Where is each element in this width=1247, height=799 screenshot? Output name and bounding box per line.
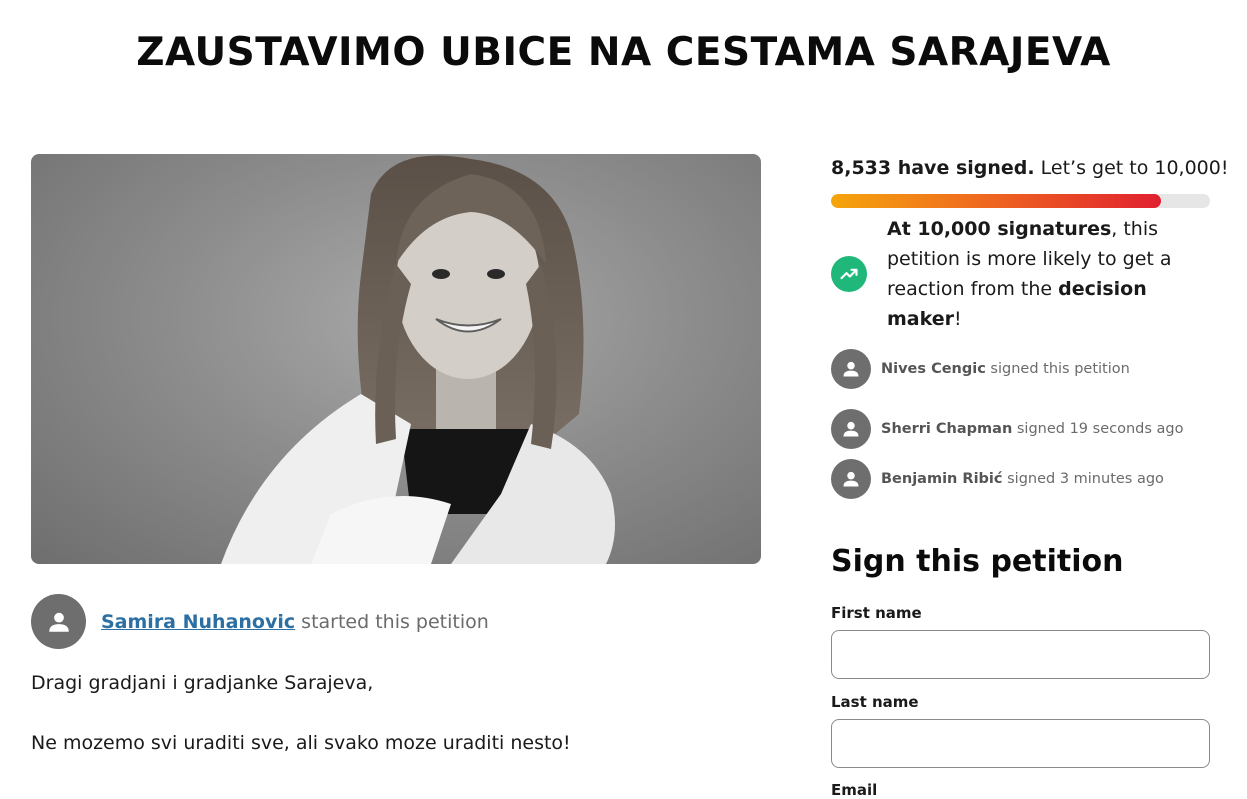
petition-starter: Samira Nuhanovic started this petition (31, 594, 761, 649)
starter-text: Samira Nuhanovic started this petition (101, 611, 489, 633)
starter-suffix: started this petition (295, 610, 489, 633)
signer-action: signed 3 minutes ago (1002, 471, 1164, 487)
first-name-label: First name (831, 604, 922, 622)
signer-text: Sherri Chapman signed 19 seconds ago (881, 421, 1183, 437)
milestone-lead: At 10,000 signatures (887, 218, 1112, 240)
petition-body-paragraph: Dragi gradjani i gradjanke Sarajeva, (31, 672, 374, 694)
petition-hero-image (31, 154, 761, 564)
signer-action: signed 19 seconds ago (1012, 421, 1184, 437)
signer-text: Nives Cengic signed this petition (881, 361, 1130, 377)
sign-form-heading: Sign this petition (831, 544, 1124, 579)
email-label: Email (831, 781, 878, 799)
signer-text: Benjamin Ribić signed 3 minutes ago (881, 471, 1164, 487)
signer-avatar (831, 409, 871, 449)
milestone-text: At 10,000 signatures, this petition is m… (887, 214, 1210, 334)
signer-name: Benjamin Ribić (881, 471, 1003, 487)
person-icon (843, 471, 859, 487)
trending-up-icon (831, 256, 867, 292)
last-name-field[interactable] (831, 719, 1210, 768)
signer-avatar (831, 349, 871, 389)
last-name-label: Last name (831, 693, 919, 711)
person-icon (48, 612, 69, 632)
first-name-field[interactable] (831, 630, 1210, 679)
signer-name: Sherri Chapman (881, 421, 1013, 437)
petition-title: ZAUSTAVIMO UBICE NA CESTAMA SARAJEVA (136, 30, 1111, 75)
signer-action: signed this petition (985, 361, 1130, 377)
petition-body-paragraph: Ne mozemo svi uraditi sve, ali svako moz… (31, 732, 571, 754)
progress-fill (831, 194, 1161, 208)
milestone-notice: At 10,000 signatures, this petition is m… (831, 214, 1210, 336)
goal-text: Let’s get to 10,000! (1034, 157, 1229, 179)
recent-signer: Nives Cengic signed this petition (831, 349, 1210, 389)
person-icon (843, 361, 859, 377)
recent-signer: Sherri Chapman signed 19 seconds ago (831, 409, 1210, 449)
recent-signer: Benjamin Ribić signed 3 minutes ago (831, 459, 1210, 499)
milestone-end: ! (954, 308, 962, 330)
starter-name-link[interactable]: Samira Nuhanovic (101, 611, 295, 633)
signer-name: Nives Cengic (881, 361, 986, 377)
signature-count: 8,533 have signed. Let’s get to 10,000! (831, 157, 1228, 179)
signature-progress-bar (831, 194, 1210, 208)
signed-count-text: 8,533 have signed. (831, 157, 1035, 179)
starter-avatar (31, 594, 86, 649)
person-icon (843, 421, 859, 437)
signer-avatar (831, 459, 871, 499)
